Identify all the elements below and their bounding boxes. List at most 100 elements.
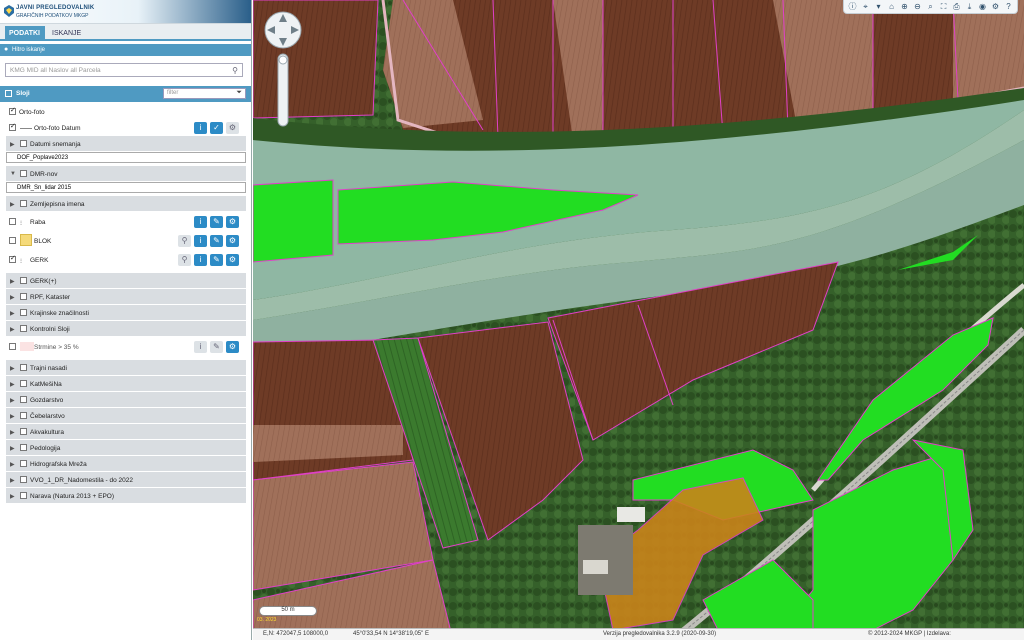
checkbox-orto-foto[interactable] [9, 106, 16, 115]
checkbox-orto-foto-datum[interactable] [9, 122, 16, 131]
info-button[interactable]: i [194, 341, 207, 353]
settings-button[interactable]: ⚙ [226, 235, 239, 247]
expand-icon[interactable]: ▶ [10, 493, 15, 500]
settings-icon[interactable]: ⚙ [990, 1, 1001, 12]
zoom-slider-handle[interactable] [278, 55, 288, 65]
layer-filter-input[interactable]: filter ⏷ [163, 88, 246, 99]
expand-icon[interactable]: ▶ [10, 445, 15, 452]
measure-icon[interactable]: ⌕ [925, 1, 936, 12]
expand-icon[interactable]: ▶ [10, 310, 15, 317]
checkbox-gerk[interactable] [9, 254, 16, 263]
group-kontrolni-sloji[interactable]: ▶ Kontrolni Sloji [6, 321, 246, 337]
checkbox-raba[interactable] [9, 218, 16, 225]
layer-dmr-lidar[interactable]: DMR_Sn_lidar 2015 [6, 182, 246, 193]
checkbox-kontrolni[interactable] [20, 325, 27, 332]
group-gerk-plus[interactable]: ▶ GERK(+) [6, 273, 246, 289]
collapse-icon[interactable]: ▼ [10, 171, 16, 177]
expand-icon[interactable]: ▶ [10, 413, 15, 420]
visibility-button[interactable]: ✓ [210, 122, 223, 134]
info-button[interactable]: i [194, 122, 207, 134]
group-hidrografska[interactable]: ▶ Hidrografska Mreža [6, 456, 246, 472]
group-trajni-nasadi[interactable]: ▶ Trajni nasadi [6, 360, 246, 376]
checkbox-vvo[interactable] [20, 476, 27, 483]
checkbox-trajni[interactable] [20, 364, 27, 371]
expand-icon[interactable]: ▶ [10, 429, 15, 436]
line-legend-icon [20, 128, 32, 129]
settings-button[interactable]: ⚙ [226, 216, 239, 228]
checkbox-krajinske[interactable] [20, 309, 27, 316]
chevron-down-icon[interactable]: ▾ [873, 1, 884, 12]
funnel-icon[interactable]: ⏷ [236, 89, 242, 97]
settings-button[interactable]: ⚙ [226, 254, 239, 266]
expand-icon[interactable]: ▶ [10, 397, 15, 404]
checkbox-pedologija[interactable] [20, 444, 27, 451]
map-navigation-control[interactable] [263, 10, 303, 130]
expand-icon[interactable]: ▶ [10, 365, 15, 372]
info-button[interactable]: i [194, 235, 207, 247]
checkbox-narava[interactable] [20, 492, 27, 499]
group-zemljepisna-imena[interactable]: ▶ Zemljepisna imena [6, 196, 246, 212]
layer-dof-poplave[interactable]: DOF_Poplave2023 [6, 152, 246, 163]
group-narava[interactable]: ▶ Narava (Natura 2013 + EPO) [6, 488, 246, 504]
checkbox-zemljepisna[interactable] [20, 200, 27, 207]
tab-podatki[interactable]: PODATKI [5, 26, 45, 41]
expand-icon[interactable]: ▶ [10, 477, 15, 484]
group-vvo[interactable]: ▶ VVO_1_DR_Nadomestila - do 2022 [6, 472, 246, 488]
expand-icon[interactable]: ▶ [10, 381, 15, 388]
group-akvakultura[interactable]: ▶ Akvakultura [6, 424, 246, 440]
quick-search-header[interactable]: ● Hitro iskanje [0, 44, 251, 56]
checkbox-cebelarstvo[interactable] [20, 412, 27, 419]
orthophoto-map[interactable] [253, 0, 1024, 640]
group-datumi-snemanja[interactable]: ▶ Datumi snemanja [6, 136, 246, 152]
map-canvas[interactable]: 50 m 03. 2023 ⓘ ⌖ ▾ ⌂ ⊕ ⊖ ⌕ ⛶ ⎙ ⤓ ◉ ⚙ ? [253, 0, 1024, 640]
globe-icon[interactable]: ◉ [977, 1, 988, 12]
search-input[interactable]: KMG MID all Naslov all Parcela ⚲ [5, 63, 243, 77]
group-label: Krajinske značilnosti [30, 310, 89, 317]
zoom-out-icon[interactable]: ⊖ [912, 1, 923, 12]
expand-icon[interactable]: ▶ [10, 326, 15, 333]
print-icon[interactable]: ⎙ [951, 1, 962, 12]
group-cebelarstvo[interactable]: ▶ Čebelarstvo [6, 408, 246, 424]
export-icon[interactable]: ⤓ [964, 1, 975, 12]
expand-icon[interactable]: ▶ [10, 278, 15, 285]
search-button[interactable]: ⚲ [178, 254, 191, 266]
expand-icon[interactable]: ▶ [10, 141, 15, 148]
settings-button[interactable]: ⚙ [226, 122, 239, 134]
group-dmr-nov[interactable]: ▼ DMR-nov [6, 166, 246, 182]
group-katmesina[interactable]: ▶ KatMešiNa [6, 376, 246, 392]
group-krajinske[interactable]: ▶ Krajinske značilnosti [6, 305, 246, 321]
info-button[interactable]: i [194, 254, 207, 266]
home-icon[interactable]: ⌂ [886, 1, 897, 12]
pin-icon[interactable]: ⌖ [860, 1, 871, 12]
group-gozdarstvo[interactable]: ▶ Gozdarstvo [6, 392, 246, 408]
checkbox-dmr[interactable] [20, 170, 27, 177]
group-pedologija[interactable]: ▶ Pedologija [6, 440, 246, 456]
style-button[interactable]: ✎ [210, 254, 223, 266]
expand-icon[interactable]: ▶ [10, 461, 15, 468]
tab-iskanje[interactable]: ISKANJE [48, 26, 90, 41]
info-icon[interactable]: ⓘ [847, 1, 858, 12]
checkbox-datumi[interactable] [20, 140, 27, 147]
search-button[interactable]: ⚲ [178, 235, 191, 247]
checkbox-gozdarstvo[interactable] [20, 396, 27, 403]
settings-button[interactable]: ⚙ [226, 341, 239, 353]
group-rpf-kataster[interactable]: ▶ RPF, Kataster [6, 289, 246, 305]
checkbox-rpf[interactable] [20, 293, 27, 300]
expand-icon[interactable]: ▶ [10, 294, 15, 301]
layer-label: GERK [30, 257, 49, 264]
info-button[interactable]: i [194, 216, 207, 228]
fullscreen-icon[interactable]: ⛶ [938, 1, 949, 12]
style-button[interactable]: ✎ [210, 341, 223, 353]
magnifier-icon[interactable]: ⚲ [232, 66, 238, 75]
zoom-in-icon[interactable]: ⊕ [899, 1, 910, 12]
expand-icon[interactable]: ▶ [10, 201, 15, 208]
checkbox-blok[interactable] [9, 237, 16, 244]
style-button[interactable]: ✎ [210, 216, 223, 228]
help-icon[interactable]: ? [1003, 1, 1014, 12]
checkbox-katmesina[interactable] [20, 380, 27, 387]
checkbox-gerk-plus[interactable] [20, 277, 27, 284]
checkbox-strmine[interactable] [9, 343, 16, 350]
checkbox-akvakultura[interactable] [20, 428, 27, 435]
checkbox-hidro[interactable] [20, 460, 27, 467]
style-button[interactable]: ✎ [210, 235, 223, 247]
